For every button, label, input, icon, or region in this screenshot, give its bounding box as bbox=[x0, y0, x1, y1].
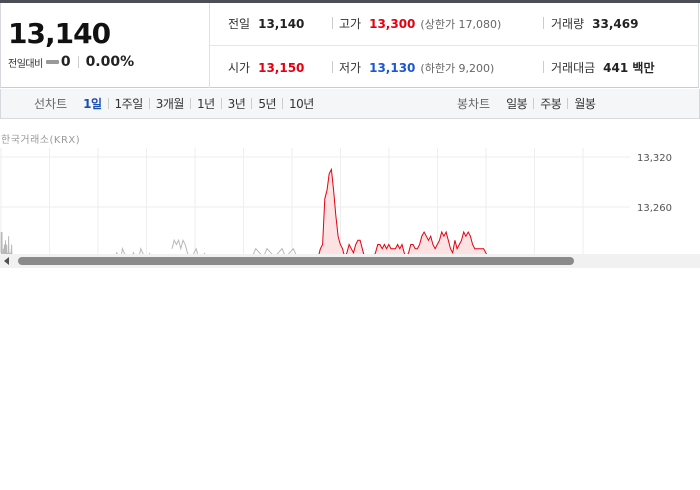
change-row: 전일대비 0 0.00% bbox=[8, 54, 134, 70]
tab-3m[interactable]: 3개월 bbox=[150, 95, 190, 112]
price-box: 13,140 전일대비 0 0.00% bbox=[1, 3, 210, 88]
inactive-price-line bbox=[0, 231, 13, 254]
tab-daily[interactable]: 일봉 bbox=[500, 95, 533, 112]
stat-value: 33,469 bbox=[592, 16, 639, 31]
stat-low: 저가 13,130 (하한가 9,200) bbox=[339, 59, 494, 76]
y-tick-label: 13,320 bbox=[637, 153, 672, 164]
stat-divider bbox=[332, 61, 333, 73]
stat-value: 441 백만 bbox=[603, 61, 655, 75]
stat-label: 거래량 bbox=[551, 17, 585, 31]
stat-label: 거래대금 bbox=[551, 61, 596, 75]
stat-value: 13,150 bbox=[258, 60, 305, 75]
tab-5y[interactable]: 5년 bbox=[252, 95, 282, 112]
current-price: 13,140 bbox=[8, 17, 111, 50]
tab-weekly[interactable]: 주봉 bbox=[534, 95, 567, 112]
line-chart-tabs: 선차트 1일 1주일 3개월 1년 3년 5년 10년 bbox=[34, 89, 320, 118]
stat-limit: (하한가 9,200) bbox=[420, 61, 495, 75]
tab-1d[interactable]: 1일 bbox=[77, 95, 107, 112]
active-price-area bbox=[316, 169, 488, 254]
stat-prev-close: 전일 13,140 bbox=[228, 15, 304, 32]
flat-icon bbox=[45, 60, 59, 64]
stat-label: 시가 bbox=[228, 61, 251, 75]
scroll-left-arrow-icon[interactable] bbox=[4, 257, 9, 265]
line-chart-heading: 선차트 bbox=[34, 97, 68, 111]
tab-10y[interactable]: 10년 bbox=[283, 95, 320, 112]
candle-chart-heading: 봉차트 bbox=[457, 97, 491, 111]
quote-summary: 13,140 전일대비 0 0.00% 전일 13,140 고가 13,300 … bbox=[0, 3, 699, 88]
stat-open: 시가 13,150 bbox=[228, 59, 304, 76]
stat-volume: 거래량 33,469 bbox=[551, 15, 638, 32]
y-tick-label: 13,260 bbox=[637, 203, 672, 214]
stat-divider bbox=[332, 17, 333, 29]
stat-label: 저가 bbox=[339, 61, 362, 75]
chart-tabs-bar: 선차트 1일 1주일 3개월 1년 3년 5년 10년 봉차트 일봉 주봉 월봉 bbox=[0, 89, 700, 119]
change-percent: 0.00% bbox=[85, 54, 135, 70]
horizontal-scrollbar[interactable] bbox=[0, 254, 700, 268]
chart-svg: 13,32013,26013,190 bbox=[0, 148, 672, 254]
stat-divider bbox=[543, 17, 544, 29]
change-divider bbox=[77, 56, 79, 68]
stat-divider bbox=[543, 61, 544, 73]
stat-high: 고가 13,300 (상한가 17,080) bbox=[339, 15, 501, 32]
stat-limit: (상한가 17,080) bbox=[420, 17, 502, 31]
tab-1y[interactable]: 1년 bbox=[191, 95, 221, 112]
change-value: 0 bbox=[60, 54, 71, 70]
stats-row-divider bbox=[210, 45, 699, 46]
candle-chart-tabs: 봉차트 일봉 주봉 월봉 bbox=[457, 89, 601, 118]
stat-label: 고가 bbox=[339, 17, 362, 31]
intraday-chart: 13,32013,26013,190 bbox=[0, 148, 700, 254]
stat-amount: 거래대금 441 백만 bbox=[551, 59, 654, 76]
stat-value: 13,140 bbox=[258, 16, 305, 31]
stat-value: 13,130 bbox=[369, 60, 416, 75]
scrollbar-thumb[interactable] bbox=[18, 257, 574, 265]
inactive-price-line bbox=[171, 238, 206, 254]
tab-1w[interactable]: 1주일 bbox=[109, 95, 149, 112]
data-source-label: 한국거래소(KRX) bbox=[1, 135, 81, 146]
tab-monthly[interactable]: 월봉 bbox=[568, 95, 601, 112]
stat-value: 13,300 bbox=[369, 16, 416, 31]
change-label: 전일대비 bbox=[8, 58, 43, 70]
tab-3y[interactable]: 3년 bbox=[222, 95, 252, 112]
stat-label: 전일 bbox=[228, 17, 251, 31]
